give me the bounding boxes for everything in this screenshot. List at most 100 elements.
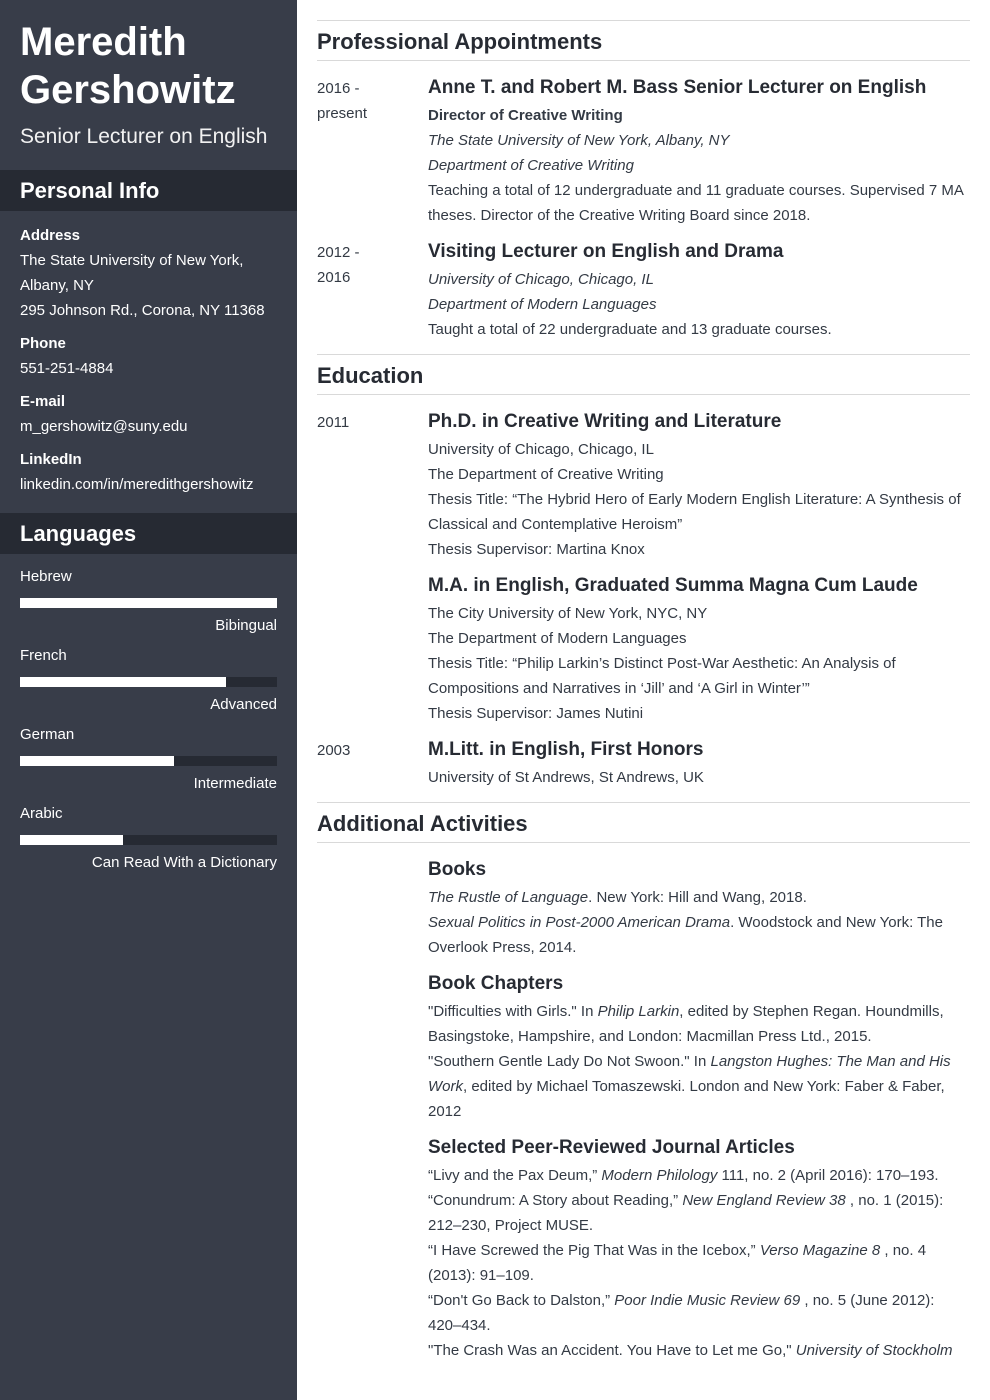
linkedin-label: LinkedIn xyxy=(20,451,82,468)
proficiency-bar xyxy=(20,598,277,608)
proficiency-bar xyxy=(20,835,277,845)
education-entry: M.A. in English, Graduated Summa Magna C… xyxy=(317,572,970,726)
entry-description: Taught a total of 22 undergraduate and 1… xyxy=(428,321,832,338)
entry-line: Thesis Supervisor: Martina Knox xyxy=(428,541,645,558)
entry-date xyxy=(317,572,428,726)
language-name: Arabic xyxy=(20,805,63,822)
last-name: Gershowitz xyxy=(20,68,236,112)
job-title: Senior Lecturer on English xyxy=(20,125,268,148)
chapter-details: , edited by Michael Tomaszewski. London … xyxy=(428,1078,945,1120)
articles-entry: Selected Peer-Reviewed Journal Articles … xyxy=(317,1134,970,1363)
entry-line: Thesis Title: “Philip Larkin’s Distinct … xyxy=(428,655,896,697)
education-entry: 2011 Ph.D. in Creative Writing and Liter… xyxy=(317,408,970,562)
proficiency-fill xyxy=(20,677,226,687)
entry-title: M.A. in English, Graduated Summa Magna C… xyxy=(428,575,918,596)
entry-title: Ph.D. in Creative Writing and Literature xyxy=(428,411,782,432)
education-section: Education 2011 Ph.D. in Creative Writing… xyxy=(317,354,970,802)
proficiency-fill xyxy=(20,835,123,845)
linkedin-link[interactable]: linkedin.com/in/meredithgershowitz xyxy=(20,472,277,497)
language-item: French Advanced xyxy=(20,645,277,716)
education-entry: 2003 M.Litt. in English, First Honors Un… xyxy=(317,736,970,790)
book-title: The Rustle of Language xyxy=(428,889,589,906)
address-label: Address xyxy=(20,227,81,244)
books-title: Books xyxy=(428,859,487,880)
language-item: German Intermediate xyxy=(20,724,277,795)
book-title: Sexual Politics in Post-2000 American Dr… xyxy=(428,914,731,931)
profile-header: Meredith Gershowitz Senior Lecturer on E… xyxy=(0,0,297,170)
entry-department: Department of Creative Writing xyxy=(428,157,634,174)
phone-value[interactable]: 551-251-4884 xyxy=(20,356,277,381)
appointment-entry: 2016 - present Anne T. and Robert M. Bas… xyxy=(317,74,970,228)
article-item: “Livy and the Pax Deum,” Modern Philolog… xyxy=(428,1163,970,1188)
sidebar: Meredith Gershowitz Senior Lecturer on E… xyxy=(0,0,297,1400)
date-start: 2016 - xyxy=(317,80,360,97)
article-item: “Conundrum: A Story about Reading,” New … xyxy=(428,1188,970,1238)
article-details: 111, no. 2 (April 2016): 170–193. xyxy=(717,1167,939,1184)
entry-title: Anne T. and Robert M. Bass Senior Lectur… xyxy=(428,77,927,98)
chapter-book: Philip Larkin xyxy=(597,1003,680,1020)
books-entry: Books The Rustle of Language. New York: … xyxy=(317,856,970,960)
entry-subtitle: Director of Creative Writing xyxy=(428,107,623,124)
phone-label: Phone xyxy=(20,335,66,352)
proficiency-bar xyxy=(20,677,277,687)
entry-institution: The State University of New York, Albany… xyxy=(428,132,730,149)
language-level: Can Read With a Dictionary xyxy=(91,854,277,871)
article-title: “Don't Go Back to Dalston,” xyxy=(428,1292,615,1309)
chapter-item: "Southern Gentle Lady Do Not Swoon." In … xyxy=(428,1049,970,1124)
entry-description: Teaching a total of 12 undergraduate and… xyxy=(428,182,964,224)
book-details: . New York: Hill and Wang, 2018. xyxy=(588,889,807,906)
entry-institution: University of Chicago, Chicago, IL xyxy=(428,271,654,288)
email-label: E-mail xyxy=(20,393,66,410)
article-journal: New England Review 38 xyxy=(682,1192,846,1209)
language-name: Hebrew xyxy=(20,568,72,585)
section-title: Additional Activities xyxy=(317,803,970,843)
entry-title: Visiting Lecturer on English and Drama xyxy=(428,241,784,262)
section-title: Education xyxy=(317,355,970,395)
languages-heading: Languages xyxy=(0,513,297,554)
address-line: The State University of New York, xyxy=(20,252,244,269)
entry-line: University of St Andrews, St Andrews, UK xyxy=(428,769,704,786)
chapters-title: Book Chapters xyxy=(428,973,564,994)
entry-date: 2012 - 2016 xyxy=(317,238,428,342)
resume-page: Meredith Gershowitz Senior Lecturer on E… xyxy=(0,0,990,1400)
article-journal: Modern Philology xyxy=(601,1167,718,1184)
email-link[interactable]: m_gershowitz@suny.edu xyxy=(20,414,277,439)
language-name: German xyxy=(20,726,75,743)
entry-line: The Department of Creative Writing xyxy=(428,466,664,483)
main-content: Professional Appointments 2016 - present… xyxy=(297,0,990,1400)
language-level: Bibingual xyxy=(215,617,277,634)
date-end: 2016 xyxy=(317,269,351,286)
first-name: Meredith xyxy=(20,20,187,64)
appointments-section: Professional Appointments 2016 - present… xyxy=(317,20,970,354)
article-title: “Livy and the Pax Deum,” xyxy=(428,1167,602,1184)
article-item: “I Have Screwed the Pig That Was in the … xyxy=(428,1238,970,1288)
language-level: Intermediate xyxy=(193,775,277,792)
date-end: present xyxy=(317,105,368,122)
article-item: “Don't Go Back to Dalston,” Poor Indie M… xyxy=(428,1288,970,1338)
article-journal: Poor Indie Music Review 69 xyxy=(614,1292,801,1309)
entry-date: 2016 - present xyxy=(317,74,428,228)
proficiency-bar xyxy=(20,756,277,766)
entry-date: 2011 xyxy=(317,414,350,431)
book-item: The Rustle of Language. New York: Hill a… xyxy=(428,885,970,910)
activities-section: Additional Activities Books The Rustle o… xyxy=(317,802,970,1375)
entry-line: University of Chicago, Chicago, IL xyxy=(428,441,654,458)
article-journal: University of Stockholm xyxy=(795,1342,953,1359)
entry-line: Thesis Title: “The Hybrid Hero of Early … xyxy=(428,491,961,533)
article-title: “I Have Screwed the Pig That Was in the … xyxy=(428,1242,760,1259)
date-start: 2012 - xyxy=(317,244,360,261)
article-item: "The Crash Was an Accident. You Have to … xyxy=(428,1338,970,1363)
address-line: Albany, NY xyxy=(20,277,94,294)
entry-line: Thesis Supervisor: James Nutini xyxy=(428,705,644,722)
personal-info: Address The State University of New York… xyxy=(0,211,297,513)
proficiency-fill xyxy=(20,756,175,766)
personal-info-heading: Personal Info xyxy=(0,170,297,211)
entry-title: M.Litt. in English, First Honors xyxy=(428,739,704,760)
articles-title: Selected Peer-Reviewed Journal Articles xyxy=(428,1137,795,1158)
appointment-entry: 2012 - 2016 Visiting Lecturer on English… xyxy=(317,238,970,342)
article-journal: Verso Magazine 8 xyxy=(759,1242,881,1259)
language-item: Hebrew Bibingual xyxy=(20,566,277,637)
proficiency-fill xyxy=(20,598,277,608)
entry-department: Department of Modern Languages xyxy=(428,296,657,313)
languages-list: Hebrew Bibingual French Advanced German … xyxy=(0,554,297,874)
